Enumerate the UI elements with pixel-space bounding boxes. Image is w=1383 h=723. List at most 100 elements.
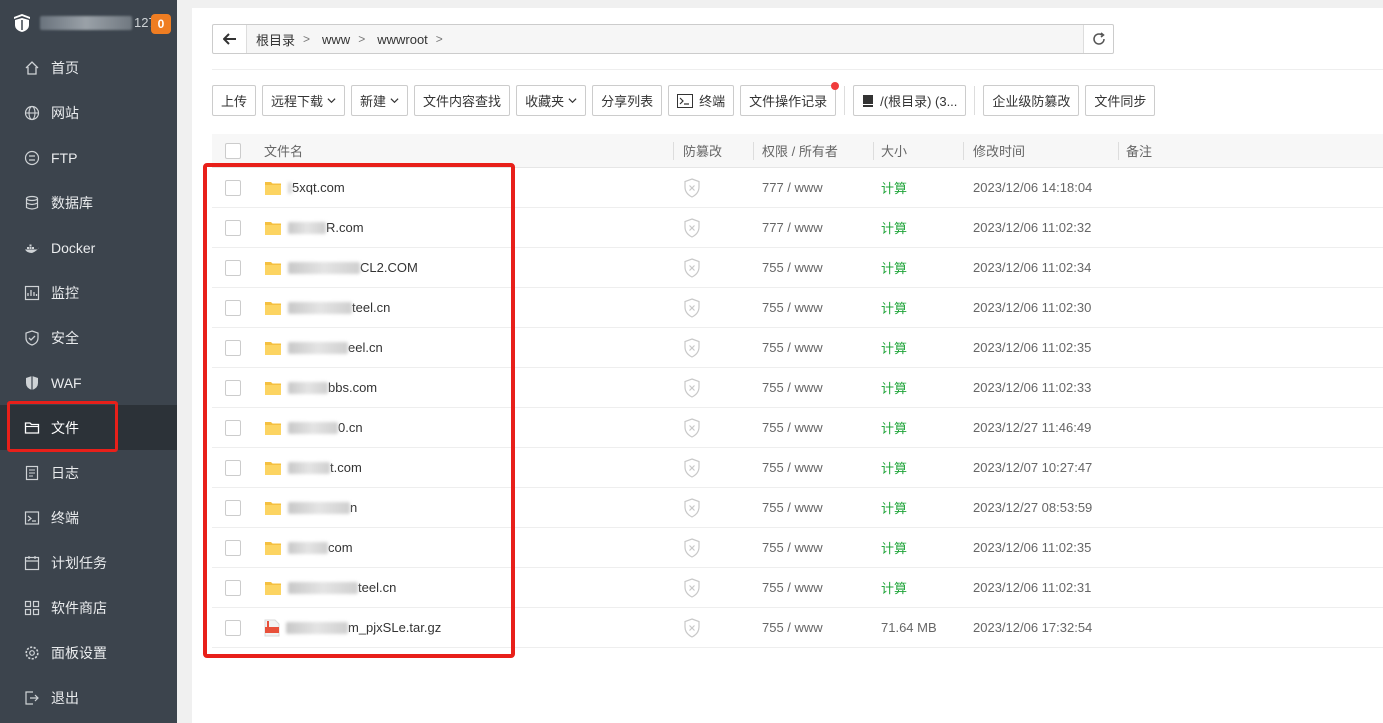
row-checkbox[interactable] xyxy=(225,259,241,276)
file-name[interactable]: m_pjxSLe.tar.gz xyxy=(348,620,441,635)
tamper-protect-cell[interactable] xyxy=(673,448,753,488)
back-button[interactable] xyxy=(213,25,247,53)
note-cell[interactable] xyxy=(1118,288,1383,328)
header-mtime[interactable]: 修改时间 xyxy=(963,134,1118,168)
size-cell[interactable]: 计算 xyxy=(873,368,963,408)
shield-x-icon[interactable] xyxy=(683,577,701,598)
enterprise-tamper-button[interactable]: 企业级防篡改 xyxy=(983,85,1080,116)
file-name-cell[interactable]: m_pjxSLe.tar.gz xyxy=(254,608,673,648)
permission-cell[interactable]: 777 / www xyxy=(753,168,873,208)
file-name-cell[interactable]: R.com xyxy=(254,208,673,248)
notification-badge[interactable]: 0 xyxy=(151,14,171,34)
upload-button[interactable]: 上传 xyxy=(212,85,257,116)
tamper-protect-cell[interactable] xyxy=(673,168,753,208)
row-checkbox[interactable] xyxy=(225,499,241,516)
file-name-cell[interactable]: com xyxy=(254,528,673,568)
size-cell[interactable]: 计算 xyxy=(873,248,963,288)
file-name[interactable]: bbs.com xyxy=(328,380,377,395)
tamper-protect-cell[interactable] xyxy=(673,368,753,408)
permission-cell[interactable]: 777 / www xyxy=(753,208,873,248)
breadcrumb[interactable]: 根目录 > www > wwwroot > xyxy=(247,25,1083,53)
file-name-cell[interactable]: bbs.com xyxy=(254,368,673,408)
tamper-protect-cell[interactable] xyxy=(673,608,753,648)
note-cell[interactable] xyxy=(1118,528,1383,568)
operation-log-button[interactable]: 文件操作记录 xyxy=(740,82,840,116)
file-name-cell[interactable]: teel.cn xyxy=(254,568,673,608)
note-cell[interactable] xyxy=(1118,568,1383,608)
tamper-protect-cell[interactable] xyxy=(673,568,753,608)
file-name-cell[interactable]: teel.cn xyxy=(254,288,673,328)
sidebar-item-6[interactable]: 安全 xyxy=(0,315,177,360)
sidebar-item-2[interactable]: FTP xyxy=(0,135,177,180)
file-name[interactable]: CL2.COM xyxy=(360,260,418,275)
row-checkbox[interactable] xyxy=(225,219,241,236)
size-cell[interactable]: 计算 xyxy=(873,568,963,608)
size-cell[interactable]: 计算 xyxy=(873,528,963,568)
tamper-protect-cell[interactable] xyxy=(673,208,753,248)
table-row[interactable]: 0.cn 755 / www 计算 2023/12/27 11:46:49 xyxy=(212,408,1383,448)
file-name[interactable]: t.com xyxy=(330,460,362,475)
shield-x-icon[interactable] xyxy=(683,377,701,398)
table-row[interactable]: R.com 777 / www 计算 2023/12/06 11:02:32 xyxy=(212,208,1383,248)
permission-cell[interactable]: 755 / www xyxy=(753,448,873,488)
size-cell[interactable]: 计算 xyxy=(873,328,963,368)
table-row[interactable]: com 755 / www 计算 2023/12/06 11:02:35 xyxy=(212,528,1383,568)
shield-x-icon[interactable] xyxy=(683,257,701,278)
sidebar-item-7[interactable]: WAF xyxy=(0,360,177,405)
shield-x-icon[interactable] xyxy=(683,417,701,438)
permission-cell[interactable]: 755 / www xyxy=(753,488,873,528)
file-name[interactable]: teel.cn xyxy=(358,580,396,595)
file-name-cell[interactable]: t.com xyxy=(254,448,673,488)
row-checkbox[interactable] xyxy=(225,339,241,356)
file-name[interactable]: 0.cn xyxy=(338,420,363,435)
file-name[interactable]: n xyxy=(350,500,357,515)
permission-cell[interactable]: 755 / www xyxy=(753,408,873,448)
note-cell[interactable] xyxy=(1118,368,1383,408)
table-row[interactable]: CL2.COM 755 / www 计算 2023/12/06 11:02:34 xyxy=(212,248,1383,288)
note-cell[interactable] xyxy=(1118,408,1383,448)
table-row[interactable]: t.com 755 / www 计算 2023/12/07 10:27:47 xyxy=(212,448,1383,488)
sidebar-item-12[interactable]: 软件商店 xyxy=(0,585,177,630)
shield-x-icon[interactable] xyxy=(683,177,701,198)
tamper-protect-cell[interactable] xyxy=(673,248,753,288)
note-cell[interactable] xyxy=(1118,608,1383,648)
tamper-protect-cell[interactable] xyxy=(673,328,753,368)
content-search-button[interactable]: 文件内容查找 xyxy=(414,85,511,116)
sidebar-item-0[interactable]: 首页 xyxy=(0,45,177,90)
permission-cell[interactable]: 755 / www xyxy=(753,368,873,408)
note-cell[interactable] xyxy=(1118,448,1383,488)
sidebar-item-3[interactable]: 数据库 xyxy=(0,180,177,225)
shield-x-icon[interactable] xyxy=(683,497,701,518)
table-row[interactable]: m_pjxSLe.tar.gz 755 / www 71.64 MB 2023/12/… xyxy=(212,608,1383,648)
size-cell[interactable]: 计算 xyxy=(873,288,963,328)
row-checkbox[interactable] xyxy=(225,619,241,636)
size-cell[interactable]: 计算 xyxy=(873,488,963,528)
file-name-cell[interactable]: eel.cn xyxy=(254,328,673,368)
file-name[interactable]: teel.cn xyxy=(352,300,390,315)
note-cell[interactable] xyxy=(1118,168,1383,208)
sidebar-item-4[interactable]: Docker xyxy=(0,225,177,270)
row-checkbox[interactable] xyxy=(225,379,241,396)
shield-x-icon[interactable] xyxy=(683,337,701,358)
shield-x-icon[interactable] xyxy=(683,457,701,478)
note-cell[interactable] xyxy=(1118,248,1383,288)
tamper-protect-cell[interactable] xyxy=(673,408,753,448)
breadcrumb-root[interactable]: 根目录 > xyxy=(247,30,322,49)
sidebar-item-9[interactable]: 日志 xyxy=(0,450,177,495)
table-row[interactable]: n 755 / www 计算 2023/12/27 08:53:59 xyxy=(212,488,1383,528)
tamper-protect-cell[interactable] xyxy=(673,488,753,528)
file-name-cell[interactable]: CL2.COM xyxy=(254,248,673,288)
file-name[interactable]: com xyxy=(328,540,353,555)
disk-button[interactable]: /(根目录) (3... xyxy=(853,85,967,116)
size-cell[interactable]: 计算 xyxy=(873,408,963,448)
file-name-cell[interactable]: 5xqt.com xyxy=(254,168,673,208)
table-row[interactable]: teel.cn 755 / www 计算 2023/12/06 11:02:31 xyxy=(212,568,1383,608)
sidebar-item-13[interactable]: 面板设置 xyxy=(0,630,177,675)
row-checkbox[interactable] xyxy=(225,539,241,556)
share-list-button[interactable]: 分享列表 xyxy=(592,85,663,116)
row-checkbox[interactable] xyxy=(225,459,241,476)
shield-x-icon[interactable] xyxy=(683,537,701,558)
new-button[interactable]: 新建 xyxy=(351,85,409,116)
table-row[interactable]: 5xqt.com 777 / www 计算 2023/12/06 14:18:04 xyxy=(212,168,1383,208)
shield-x-icon[interactable] xyxy=(683,297,701,318)
